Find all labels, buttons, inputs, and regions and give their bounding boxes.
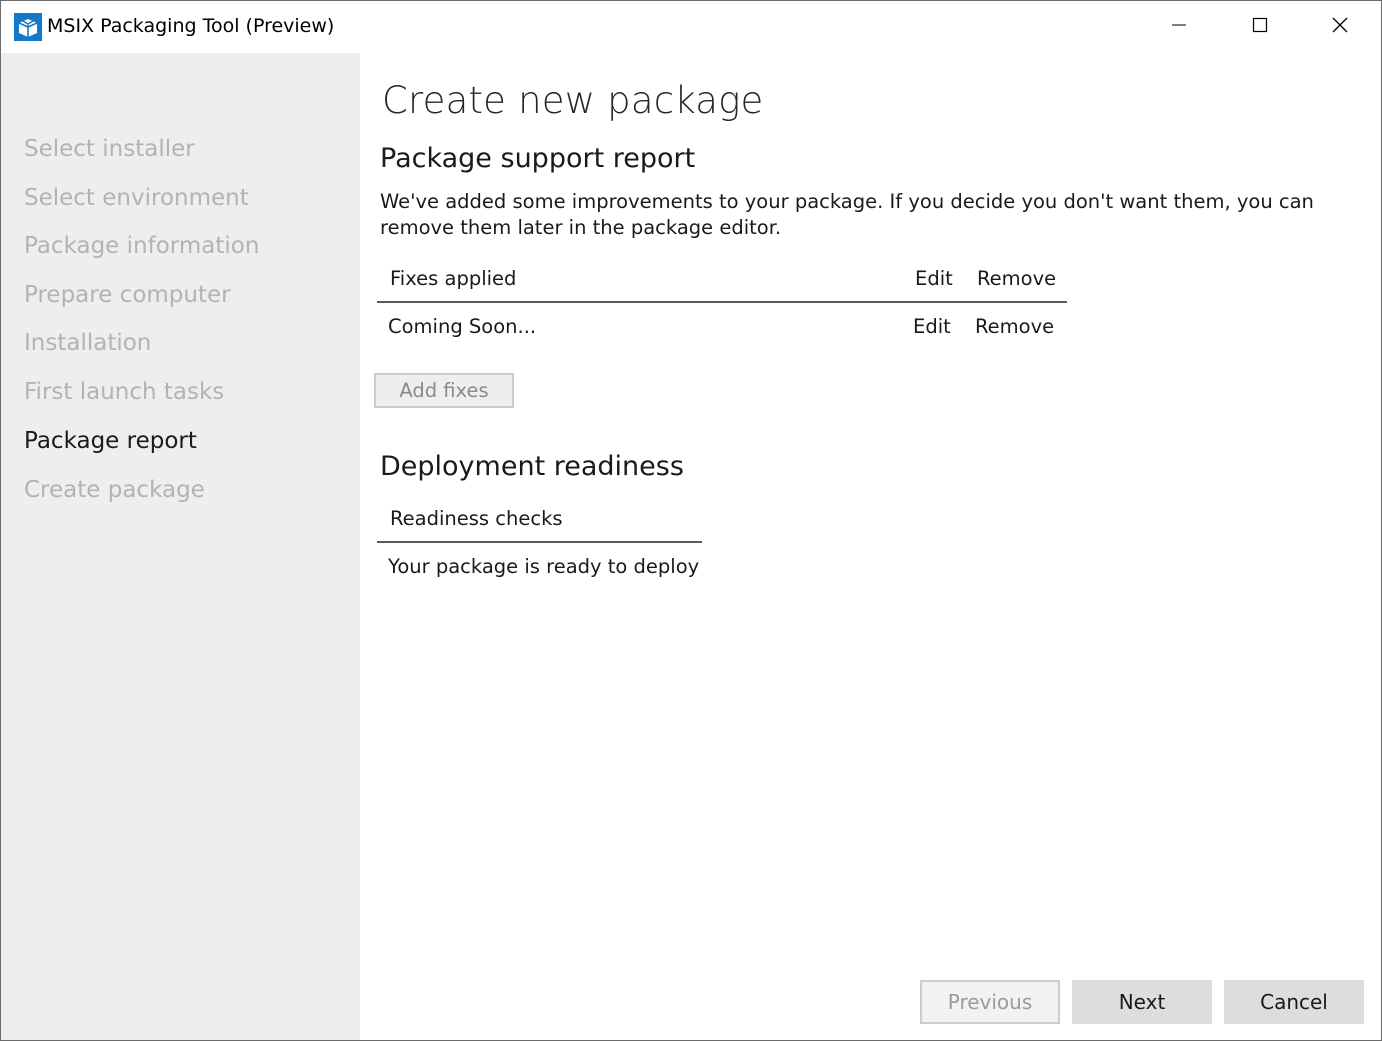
next-button[interactable]: Next bbox=[1072, 980, 1212, 1024]
title-bar[interactable]: MSIX Packaging Tool (Preview) bbox=[1, 1, 1381, 53]
minimize-icon bbox=[1171, 17, 1187, 37]
table-row: Your package is ready to deploy bbox=[377, 545, 702, 593]
maximize-icon bbox=[1252, 17, 1268, 37]
step-prepare-computer: Prepare computer bbox=[24, 282, 231, 308]
main-content: Create new package Package support repor… bbox=[360, 53, 1381, 1040]
table-row: Coming Soon... Edit Remove bbox=[377, 305, 1067, 353]
fixes-table: Fixes applied Edit Remove Coming Soon...… bbox=[377, 255, 1067, 355]
step-select-installer: Select installer bbox=[24, 136, 195, 162]
step-package-information: Package information bbox=[24, 233, 260, 259]
column-header-remove: Remove bbox=[977, 267, 1057, 290]
support-report-description: We've added some improvements to your pa… bbox=[380, 190, 1314, 239]
column-header-fixes: Fixes applied bbox=[390, 267, 517, 290]
fix-name: Coming Soon... bbox=[388, 315, 537, 338]
column-header-edit: Edit bbox=[915, 267, 953, 290]
remove-fix-link[interactable]: Remove bbox=[975, 315, 1054, 338]
app-window: MSIX Packaging Tool (Preview) Select ins… bbox=[0, 0, 1382, 1041]
wizard-sidebar: Select installer Select environment Pack… bbox=[1, 53, 360, 1040]
support-report-title: Package support report bbox=[380, 143, 696, 174]
step-installation: Installation bbox=[24, 330, 152, 356]
window-title: MSIX Packaging Tool (Preview) bbox=[47, 15, 335, 37]
add-fixes-button[interactable]: Add fixes bbox=[374, 373, 514, 408]
readiness-status: Your package is ready to deploy bbox=[388, 555, 700, 578]
previous-button[interactable]: Previous bbox=[920, 980, 1060, 1024]
column-header-readiness: Readiness checks bbox=[390, 507, 563, 530]
readiness-table-header: Readiness checks bbox=[377, 495, 702, 543]
step-select-environment: Select environment bbox=[24, 185, 249, 211]
minimize-button[interactable] bbox=[1139, 1, 1219, 53]
step-first-launch-tasks: First launch tasks bbox=[24, 379, 225, 405]
maximize-button[interactable] bbox=[1220, 1, 1300, 53]
msix-package-icon bbox=[14, 13, 42, 41]
close-button[interactable] bbox=[1300, 1, 1380, 53]
page-title: Create new package bbox=[382, 79, 764, 122]
step-create-package: Create package bbox=[24, 477, 205, 503]
deployment-readiness-title: Deployment readiness bbox=[380, 451, 684, 482]
fixes-table-header: Fixes applied Edit Remove bbox=[377, 255, 1067, 303]
edit-fix-link[interactable]: Edit bbox=[913, 315, 951, 338]
cancel-button[interactable]: Cancel bbox=[1224, 980, 1364, 1024]
readiness-table: Readiness checks Your package is ready t… bbox=[377, 495, 702, 595]
step-package-report: Package report bbox=[24, 428, 197, 454]
close-icon bbox=[1331, 16, 1349, 38]
